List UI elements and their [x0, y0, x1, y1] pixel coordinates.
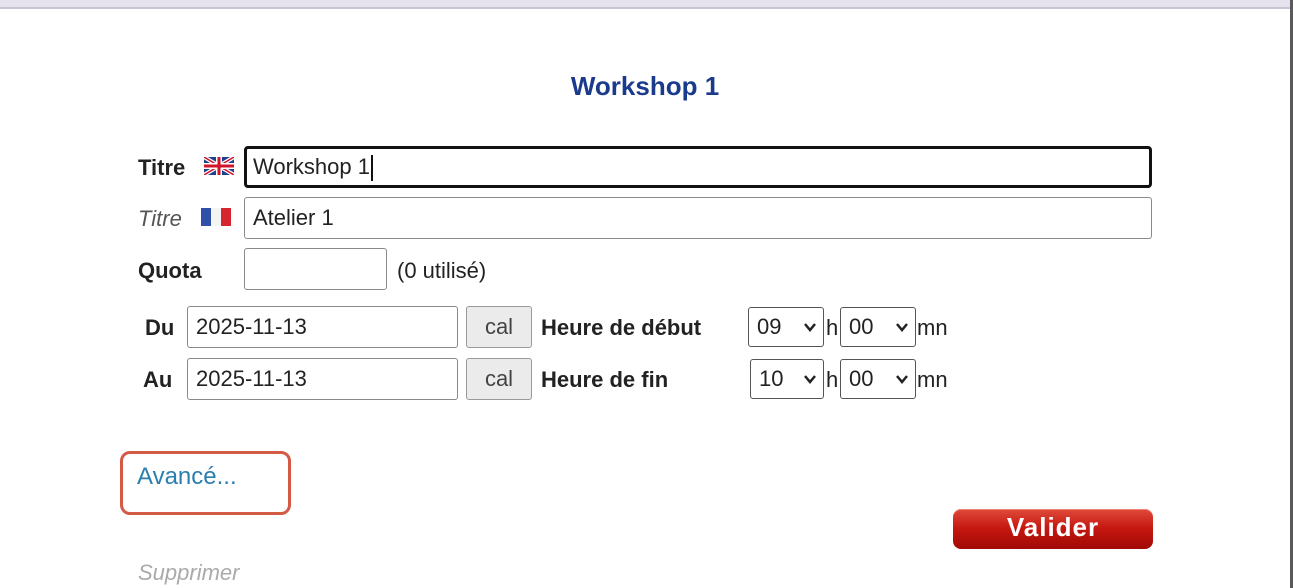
submit-button[interactable]: Valider: [953, 509, 1153, 549]
chevron-down-icon: [896, 375, 908, 384]
to-cal-button[interactable]: cal: [466, 358, 532, 400]
from-label: Du: [145, 315, 175, 340]
to-date-input[interactable]: 2025-11-13: [187, 358, 458, 400]
from-date-input[interactable]: 2025-11-13: [187, 306, 458, 348]
chevron-down-icon: [896, 323, 908, 332]
title-fr-label: Titre: [138, 206, 182, 231]
start-minute-suffix: mn: [917, 315, 948, 340]
quota-label: Quota: [138, 258, 202, 283]
title-en-label: Titre: [138, 155, 186, 180]
start-time-label: Heure de début: [541, 315, 702, 340]
end-hour-suffix: h: [826, 367, 839, 392]
chevron-down-icon: [804, 375, 816, 384]
uk-flag-icon: [204, 157, 234, 175]
end-hour-select[interactable]: 10: [750, 359, 824, 399]
end-time-label: Heure de fin: [541, 367, 669, 392]
to-label: Au: [143, 367, 173, 392]
start-hour-suffix: h: [826, 315, 839, 340]
chevron-down-icon: [804, 323, 816, 332]
from-cal-button[interactable]: cal: [466, 306, 532, 348]
text-caret: [370, 155, 373, 182]
end-minute-select[interactable]: 00: [840, 359, 916, 399]
fr-flag-icon: [201, 208, 231, 226]
delete-link[interactable]: Supprimer: [138, 560, 239, 586]
page-title: Workshop 1: [570, 71, 720, 101]
start-minute-select[interactable]: 00: [840, 307, 916, 347]
advanced-link[interactable]: Avancé...: [137, 463, 237, 491]
quota-input[interactable]: [244, 248, 387, 290]
title-en-input[interactable]: Workshop 1: [244, 146, 1152, 188]
window-top-bar: [0, 0, 1293, 9]
end-minute-suffix: mn: [917, 367, 948, 392]
quota-used-text: (0 utilisé): [397, 258, 487, 283]
title-fr-input[interactable]: Atelier 1: [244, 197, 1152, 239]
start-hour-select[interactable]: 09: [748, 307, 824, 347]
